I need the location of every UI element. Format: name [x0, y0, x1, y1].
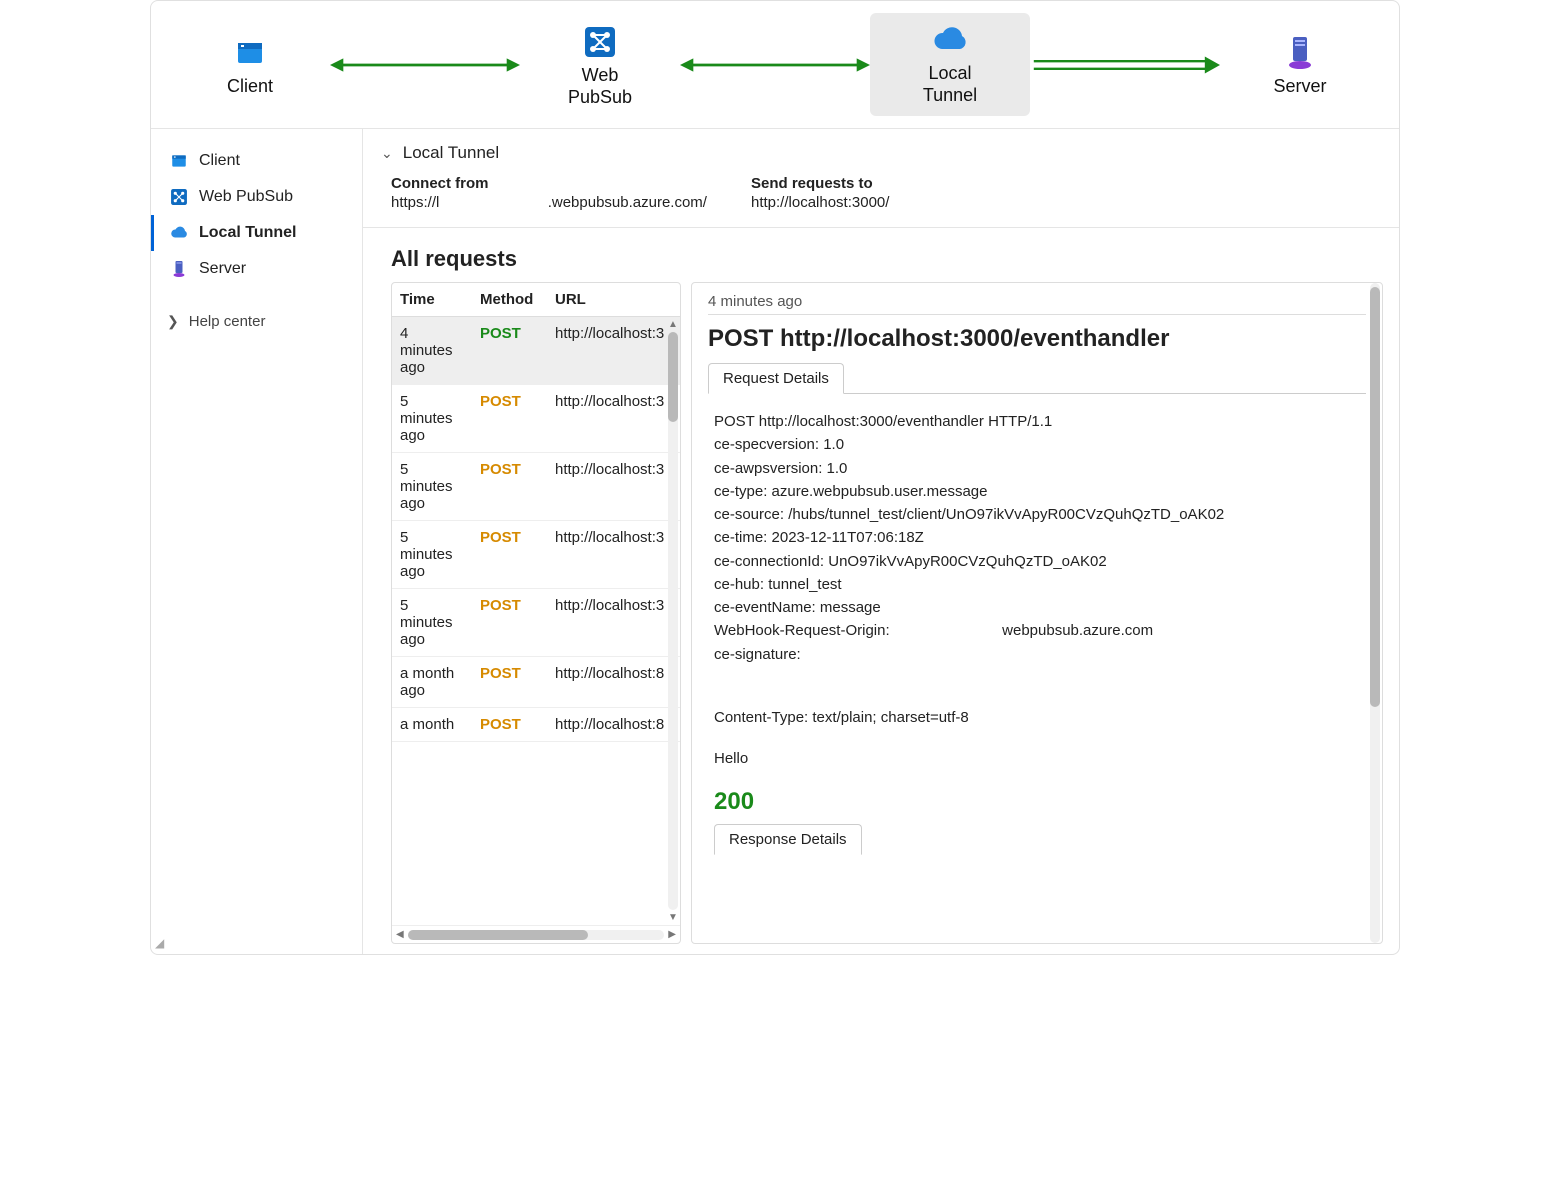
cloud-icon	[169, 223, 189, 243]
cell-url: http://localhost:8	[547, 708, 680, 741]
main-content: ⌄ Local Tunnel Connect from https://l .w…	[363, 129, 1399, 954]
cell-time: 5 minutes ago	[392, 521, 472, 588]
cloud-icon	[870, 19, 1030, 61]
cell-time: 5 minutes ago	[392, 385, 472, 452]
diagram-node-label: Client	[170, 76, 330, 98]
section-title: Local Tunnel	[403, 143, 499, 163]
client-icon	[170, 32, 330, 74]
sidebar-item-label: Web PubSub	[199, 188, 293, 206]
cell-url: http://localhost:3	[547, 317, 680, 350]
sidebar-item-server[interactable]: Server	[151, 251, 362, 287]
detail-request-title: POST http://localhost:3000/eventhandler	[708, 325, 1366, 353]
connect-from-label: Connect from	[391, 175, 711, 192]
diagram-node-label: Server	[1220, 76, 1380, 98]
cell-time: 5 minutes ago	[392, 453, 472, 520]
diagram-node-webpubsub: Web PubSub	[520, 21, 680, 108]
table-row[interactable]: a monthPOSThttp://localhost:8	[392, 708, 680, 742]
cell-method: POST	[472, 385, 547, 418]
sidebar: Client Web PubSub Local Tunnel Server ❯ Hel…	[151, 129, 363, 954]
table-header: Time Method URL	[392, 283, 680, 317]
cell-url: http://localhost:3	[547, 385, 680, 418]
chevron-right-icon: ❯	[167, 313, 179, 330]
content-type-line: Content-Type: text/plain; charset=utf-8	[714, 706, 1360, 729]
sidebar-item-label: Local Tunnel	[199, 224, 296, 242]
tab-request-details[interactable]: Request Details	[708, 363, 844, 394]
cell-url: http://localhost:3	[547, 521, 680, 554]
webpubsub-icon	[169, 187, 189, 207]
detail-timestamp: 4 minutes ago	[708, 293, 1366, 310]
requests-table: Time Method URL 4 minutes agoPOSThttp://…	[391, 282, 681, 944]
cell-method: POST	[472, 453, 547, 486]
table-row[interactable]: 5 minutes agoPOSThttp://localhost:3	[392, 385, 680, 453]
request-detail-panel: 4 minutes ago POST http://localhost:3000…	[691, 282, 1383, 944]
scroll-down-icon[interactable]: ▼	[668, 912, 678, 923]
architecture-diagram: Client Web PubSub Local Tunnel	[151, 1, 1399, 129]
col-time: Time	[392, 283, 472, 316]
sidebar-item-label: Client	[199, 152, 240, 170]
request-body: Hello	[714, 747, 1360, 770]
sidebar-item-client[interactable]: Client	[151, 143, 362, 179]
arrow-right	[1030, 45, 1220, 85]
table-row[interactable]: a month agoPOSThttp://localhost:8	[392, 657, 680, 708]
diagram-node-localtunnel: Local Tunnel	[870, 13, 1030, 116]
diagram-node-client: Client	[170, 32, 330, 98]
diagram-node-server: Server	[1220, 32, 1380, 98]
cell-time: 5 minutes ago	[392, 589, 472, 656]
table-row[interactable]: 4 minutes agoPOSThttp://localhost:3	[392, 317, 680, 385]
table-row[interactable]: 5 minutes agoPOSThttp://localhost:3	[392, 589, 680, 657]
resize-grip-icon[interactable]: ◢	[155, 936, 164, 950]
scroll-left-icon[interactable]: ◀	[396, 929, 404, 940]
send-to-label: Send requests to	[751, 175, 889, 192]
cell-method: POST	[472, 708, 547, 741]
webpubsub-icon	[520, 21, 680, 63]
arrow-bidirectional	[330, 45, 520, 85]
horizontal-scrollbar[interactable]: ◀ ▶	[392, 925, 680, 943]
cell-time: 4 minutes ago	[392, 317, 472, 384]
chevron-down-icon[interactable]: ⌄	[381, 145, 393, 162]
scroll-right-icon[interactable]: ▶	[668, 929, 676, 940]
cell-time: a month	[392, 708, 472, 741]
help-center-link[interactable]: ❯ Help center	[151, 301, 362, 342]
diagram-node-label: Web PubSub	[520, 65, 680, 108]
cell-method: POST	[472, 317, 547, 350]
response-status: 200	[714, 788, 1360, 816]
cell-method: POST	[472, 589, 547, 622]
cell-url: http://localhost:3	[547, 453, 680, 486]
cell-method: POST	[472, 521, 547, 554]
vertical-scrollbar[interactable]: ▲ ▼	[666, 317, 680, 925]
table-row[interactable]: 5 minutes agoPOSThttp://localhost:3	[392, 521, 680, 589]
sidebar-item-webpubsub[interactable]: Web PubSub	[151, 179, 362, 215]
connect-from-value: https://l .webpubsub.azure.com/	[391, 194, 711, 211]
sidebar-item-localtunnel[interactable]: Local Tunnel	[151, 215, 362, 251]
sidebar-help-label: Help center	[189, 313, 266, 330]
cell-method: POST	[472, 657, 547, 690]
diagram-node-label: Local Tunnel	[870, 63, 1030, 106]
send-to-value: http://localhost:3000/	[751, 194, 889, 211]
cell-url: http://localhost:8	[547, 657, 680, 690]
col-method: Method	[472, 283, 547, 316]
sidebar-item-label: Server	[199, 260, 246, 278]
scroll-up-icon[interactable]: ▲	[668, 319, 678, 330]
request-headers-block: POST http://localhost:3000/eventhandler …	[714, 410, 1360, 666]
vertical-scrollbar[interactable]	[1368, 283, 1382, 943]
cell-time: a month ago	[392, 657, 472, 707]
table-row[interactable]: 5 minutes agoPOSThttp://localhost:3	[392, 453, 680, 521]
col-url: URL	[547, 283, 680, 316]
cell-url: http://localhost:3	[547, 589, 680, 622]
server-icon	[169, 259, 189, 279]
client-icon	[169, 151, 189, 171]
all-requests-heading: All requests	[363, 228, 1399, 282]
server-icon	[1220, 32, 1380, 74]
tab-response-details[interactable]: Response Details	[714, 824, 862, 855]
arrow-bidirectional	[680, 45, 870, 85]
